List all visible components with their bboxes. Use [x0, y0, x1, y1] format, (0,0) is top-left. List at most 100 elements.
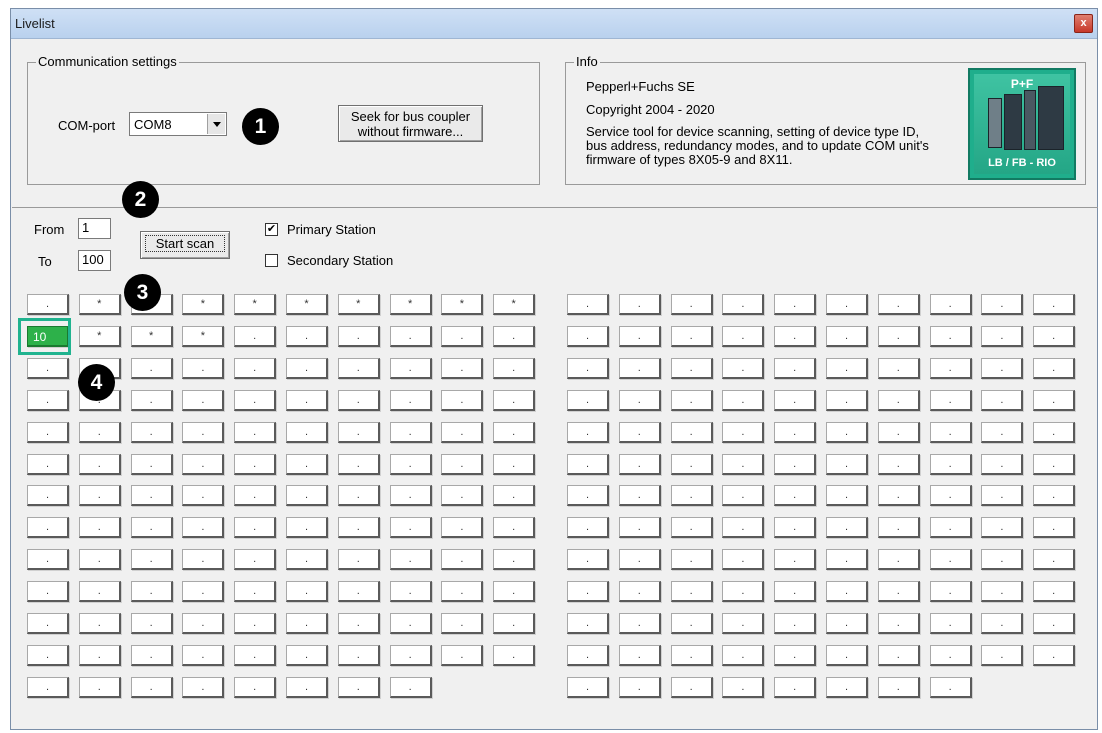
- address-cell-right[interactable]: .: [567, 357, 609, 379]
- address-cell-left[interactable]: .: [286, 644, 328, 666]
- address-cell-right[interactable]: .: [722, 485, 765, 507]
- address-cell-right[interactable]: .: [1033, 357, 1076, 379]
- address-cell-left[interactable]: .: [389, 485, 432, 507]
- address-cell-left[interactable]: .: [389, 676, 432, 698]
- address-cell-right[interactable]: .: [929, 389, 972, 411]
- address-cell-right[interactable]: .: [826, 357, 868, 379]
- address-cell-left[interactable]: .: [286, 389, 328, 411]
- address-cell-right[interactable]: .: [774, 644, 817, 666]
- address-cell-left[interactable]: .: [27, 676, 69, 698]
- address-cell-left[interactable]: .: [130, 485, 173, 507]
- address-cell-right[interactable]: .: [567, 517, 609, 539]
- address-cell-left[interactable]: .: [182, 389, 225, 411]
- address-cell-right[interactable]: .: [670, 644, 713, 666]
- address-cell-left[interactable]: .: [182, 421, 225, 443]
- address-cell-right[interactable]: .: [826, 325, 868, 347]
- address-cell-left[interactable]: .: [441, 517, 484, 539]
- address-cell-left[interactable]: .: [337, 325, 380, 347]
- address-cell-right[interactable]: .: [877, 549, 920, 571]
- address-cell-right[interactable]: .: [981, 357, 1024, 379]
- address-cell-right[interactable]: .: [826, 294, 868, 315]
- address-cell-left[interactable]: *: [234, 294, 277, 315]
- address-cell-left[interactable]: .: [286, 549, 328, 571]
- address-cell-left[interactable]: .: [389, 325, 432, 347]
- address-cell-right[interactable]: .: [722, 644, 765, 666]
- address-cell-right[interactable]: .: [722, 581, 765, 603]
- address-cell-right[interactable]: .: [1033, 644, 1076, 666]
- address-cell-left[interactable]: *: [130, 325, 173, 347]
- address-cell-left[interactable]: .: [493, 389, 536, 411]
- address-cell-right[interactable]: .: [1033, 421, 1076, 443]
- address-cell-right[interactable]: .: [1033, 613, 1076, 634]
- address-cell-left[interactable]: .: [27, 517, 69, 539]
- address-cell-right[interactable]: .: [722, 517, 765, 539]
- address-cell-right[interactable]: .: [618, 644, 661, 666]
- address-cell-left[interactable]: .: [337, 421, 380, 443]
- address-cell-right[interactable]: .: [774, 581, 817, 603]
- address-cell-right[interactable]: .: [618, 549, 661, 571]
- address-cell-right[interactable]: .: [981, 389, 1024, 411]
- address-cell-left[interactable]: .: [493, 644, 536, 666]
- address-cell-right[interactable]: .: [826, 644, 868, 666]
- address-cell-left[interactable]: .: [234, 389, 277, 411]
- address-cell-left[interactable]: .: [286, 676, 328, 698]
- address-cell-right[interactable]: .: [618, 485, 661, 507]
- address-cell-left[interactable]: .: [493, 357, 536, 379]
- address-cell-left[interactable]: .: [182, 676, 225, 698]
- address-cell-left[interactable]: *: [182, 325, 225, 347]
- close-button[interactable]: x: [1074, 14, 1093, 33]
- address-cell-right[interactable]: .: [981, 294, 1024, 315]
- address-cell-right[interactable]: .: [567, 613, 609, 634]
- address-cell-right[interactable]: .: [826, 453, 868, 475]
- title-bar[interactable]: Livelist x: [11, 9, 1097, 39]
- address-cell-left[interactable]: .: [337, 644, 380, 666]
- address-cell-left[interactable]: *: [493, 294, 536, 315]
- address-cell-left[interactable]: .: [286, 485, 328, 507]
- address-cell-left[interactable]: .: [234, 613, 277, 634]
- address-cell-left[interactable]: .: [441, 421, 484, 443]
- address-cell-right[interactable]: .: [826, 485, 868, 507]
- chevron-down-icon[interactable]: [207, 114, 225, 134]
- address-cell-right[interactable]: .: [877, 453, 920, 475]
- address-cell-left[interactable]: .: [27, 549, 69, 571]
- address-cell-left[interactable]: .: [234, 676, 277, 698]
- address-cell-left[interactable]: .: [337, 453, 380, 475]
- address-cell-right[interactable]: .: [774, 549, 817, 571]
- address-cell-right[interactable]: .: [618, 421, 661, 443]
- address-cell-right[interactable]: .: [774, 453, 817, 475]
- to-field[interactable]: 100: [78, 250, 111, 271]
- address-cell-left[interactable]: *: [78, 325, 121, 347]
- address-cell-right[interactable]: .: [981, 485, 1024, 507]
- address-cell-right[interactable]: .: [929, 613, 972, 634]
- address-cell-right[interactable]: .: [929, 453, 972, 475]
- address-cell-right[interactable]: .: [722, 613, 765, 634]
- address-cell-left[interactable]: .: [234, 581, 277, 603]
- address-cell-left[interactable]: .: [389, 357, 432, 379]
- address-cell-left[interactable]: .: [27, 581, 69, 603]
- address-cell-left[interactable]: .: [182, 485, 225, 507]
- address-cell-right[interactable]: .: [877, 644, 920, 666]
- address-cell-left[interactable]: *: [286, 294, 328, 315]
- address-cell-left[interactable]: .: [27, 613, 69, 634]
- address-cell-right[interactable]: .: [618, 453, 661, 475]
- address-cell-left[interactable]: .: [337, 613, 380, 634]
- address-cell-right[interactable]: .: [981, 517, 1024, 539]
- address-cell-right[interactable]: .: [877, 676, 920, 698]
- address-cell-left[interactable]: .: [286, 357, 328, 379]
- address-cell-right[interactable]: .: [929, 581, 972, 603]
- address-cell-right[interactable]: .: [774, 517, 817, 539]
- address-cell-left[interactable]: .: [130, 613, 173, 634]
- address-cell-right[interactable]: .: [929, 517, 972, 539]
- address-cell-left[interactable]: .: [78, 581, 121, 603]
- address-cell-right[interactable]: .: [981, 581, 1024, 603]
- address-cell-left[interactable]: .: [337, 549, 380, 571]
- address-cell-right[interactable]: .: [929, 421, 972, 443]
- address-cell-right[interactable]: .: [929, 549, 972, 571]
- address-cell-right[interactable]: .: [618, 613, 661, 634]
- address-cell-left[interactable]: .: [441, 549, 484, 571]
- address-cell-right[interactable]: .: [929, 676, 972, 698]
- address-cell-left[interactable]: .: [493, 613, 536, 634]
- address-cell-left[interactable]: .: [441, 453, 484, 475]
- address-cell-right[interactable]: .: [981, 613, 1024, 634]
- address-cell-left[interactable]: .: [389, 581, 432, 603]
